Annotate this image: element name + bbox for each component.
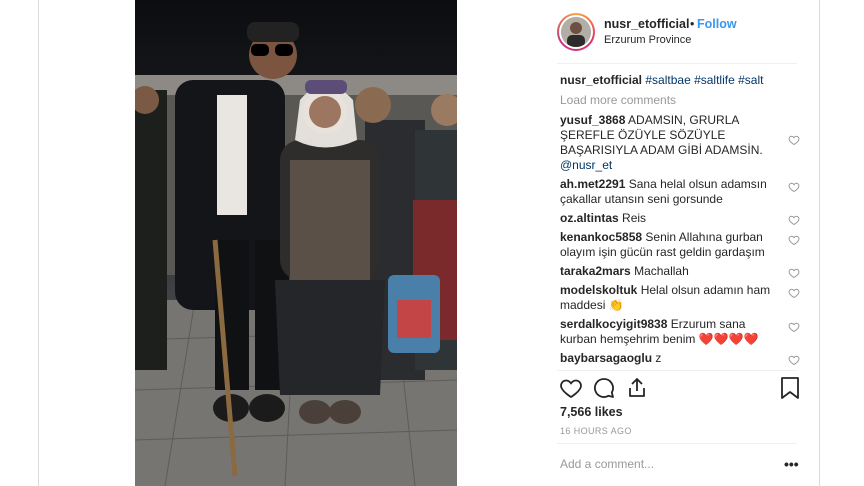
comment-item: serdalkocyigit9838 Erzurum sana kurban h…: [560, 317, 800, 347]
avatar[interactable]: [557, 13, 595, 51]
comment-username[interactable]: yusuf_3868: [560, 113, 625, 127]
comment-like-heart-icon[interactable]: [788, 267, 800, 279]
caption-hashtags[interactable]: #saltbae #saltlife #salt: [645, 73, 763, 87]
comment-box-divider: [557, 443, 797, 444]
comment-username[interactable]: modelskoltuk: [560, 283, 637, 297]
follow-button[interactable]: Follow: [697, 17, 737, 31]
comment-username[interactable]: baybarsagaoglu: [560, 351, 652, 365]
post-header: nusr_etofficial • Follow Erzurum Provinc…: [545, 10, 807, 54]
header-divider: [557, 63, 797, 64]
comment-username[interactable]: ah.met2291: [560, 177, 625, 191]
comments-list: nusr_etofficial #saltbae #saltlife #salt…: [560, 73, 800, 366]
post-photo[interactable]: [135, 0, 457, 486]
comment-item: baybarsagaoglu z: [560, 351, 800, 366]
comment-item: oz.altintas Reis: [560, 211, 800, 226]
comment-mention[interactable]: @nusr_et: [560, 158, 774, 173]
comment-icon[interactable]: [592, 376, 616, 400]
separator-dot: •: [690, 17, 695, 31]
comment-item: ah.met2291 Sana helal olsun adamsın çaka…: [560, 177, 800, 207]
add-comment-input[interactable]: Add a comment...: [560, 457, 654, 471]
post-location[interactable]: Erzurum Province: [604, 34, 691, 46]
comment-like-heart-icon[interactable]: [788, 214, 800, 226]
comment-username[interactable]: kenankoc5858: [560, 230, 642, 244]
comment-item: yusuf_3868 ADAMSIN, GRURLA ŞEREFLE ÖZÜYL…: [560, 113, 800, 173]
post-timestamp[interactable]: 16 HOURS AGO: [560, 426, 632, 436]
comment-username[interactable]: oz.altintas: [560, 211, 619, 225]
comment-text: Machallah: [634, 264, 689, 278]
comment-item: kenankoc5858 Senin Allahına gurban olayı…: [560, 230, 800, 260]
comment-item: taraka2mars Machallah: [560, 264, 800, 279]
comment-username[interactable]: serdalkocyigit9838: [560, 317, 667, 331]
comment-text: z: [655, 351, 662, 365]
heart-icon[interactable]: [559, 376, 583, 400]
comment-like-heart-icon[interactable]: [788, 354, 800, 366]
post-username[interactable]: nusr_etofficial: [604, 17, 689, 31]
comment-text: Reis: [622, 211, 647, 225]
caption: nusr_etofficial #saltbae #saltlife #salt: [560, 73, 800, 88]
comment-username[interactable]: taraka2mars: [560, 264, 631, 278]
share-icon[interactable]: [625, 376, 649, 400]
likes-count[interactable]: 7,566 likes: [560, 405, 623, 419]
comment-like-heart-icon[interactable]: [788, 234, 800, 246]
comment-like-heart-icon[interactable]: [788, 321, 800, 333]
action-bar: [559, 376, 799, 402]
more-options-icon[interactable]: •••: [784, 456, 799, 472]
post-side-panel: nusr_etofficial • Follow Erzurum Provinc…: [545, 0, 807, 486]
comment-like-heart-icon[interactable]: [788, 181, 800, 193]
caption-username[interactable]: nusr_etofficial: [560, 73, 642, 87]
comment-like-heart-icon[interactable]: [788, 287, 800, 299]
actions-divider: [557, 370, 797, 371]
load-more-comments[interactable]: Load more comments: [560, 93, 800, 107]
comment-like-heart-icon[interactable]: [788, 134, 800, 146]
bookmark-icon[interactable]: [779, 376, 801, 400]
comment-item: modelskoltuk Helal olsun adamın ham madd…: [560, 283, 800, 313]
